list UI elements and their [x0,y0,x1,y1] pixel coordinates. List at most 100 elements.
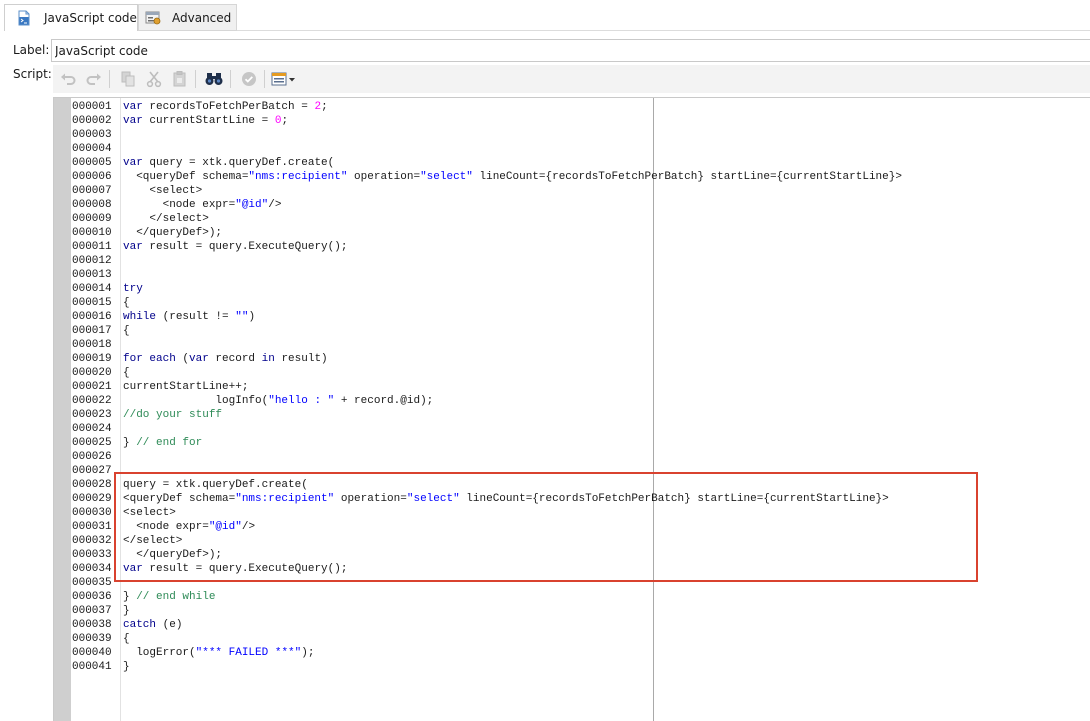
code-line: } [123,661,130,673]
tab-advanced[interactable]: Advanced [138,4,237,31]
line-number: 000026 [72,451,112,463]
code-line: var result = query.ExecuteQuery(); [123,563,348,575]
cut-icon [146,71,162,88]
editor-margin-strip [54,98,71,721]
line-number: 000002 [72,115,112,127]
paste-button[interactable] [170,69,190,89]
insert-menu-button[interactable] [271,69,297,89]
toolbar-separator [230,70,231,88]
line-number: 000038 [72,619,112,631]
code-line: { [123,297,130,309]
code-line: </select> [123,535,183,547]
code-line: for each (var record in result) [123,353,328,365]
line-number: 000020 [72,367,112,379]
line-number: 000012 [72,255,112,267]
line-number: 000003 [72,129,112,141]
line-number: 000001 [72,101,112,113]
code-text-area[interactable]: var recordsToFetchPerBatch = 2; var curre… [123,100,902,674]
line-number: 000010 [72,227,112,239]
line-number: 000017 [72,325,112,337]
line-number: 000025 [72,437,112,449]
undo-icon [61,73,76,85]
toolbar-separator [264,70,265,88]
line-number: 000011 [72,241,112,253]
code-line: <node expr="@id"/> [123,521,256,533]
code-line: <select> [123,185,203,197]
line-number: 000018 [72,339,112,351]
line-number: 000035 [72,577,112,589]
code-line: currentStartLine++; [123,381,249,393]
line-number: 000023 [72,409,112,421]
code-line: } // end while [123,591,216,603]
code-line: var currentStartLine = 0; [123,115,289,127]
code-line: <queryDef schema="nms:recipient" operati… [123,493,889,505]
code-line: var query = xtk.queryDef.create( [123,157,335,169]
line-number: 000037 [72,605,112,617]
line-number: 000019 [72,353,112,365]
line-number: 000015 [72,297,112,309]
code-line: } // end for [123,437,203,449]
undo-button[interactable] [58,69,78,89]
line-number: 000040 [72,647,112,659]
toolbar-separator [195,70,196,88]
line-number: 000028 [72,479,112,491]
line-number: 000008 [72,199,112,211]
code-line: { [123,325,130,337]
binoculars-icon [205,73,223,85]
line-number-gutter: 000001 000002 000003 000004 000005 000006 0000… [72,100,120,674]
cut-button[interactable] [144,69,164,89]
code-line: query = xtk.queryDef.create( [123,479,308,491]
line-number: 000030 [72,507,112,519]
label-input[interactable] [51,39,1090,62]
code-line: //do your stuff [123,409,223,421]
tab-javascript-code[interactable]: JavaScript code [4,4,138,31]
code-line: </select> [123,213,209,225]
gutter-divider [120,98,121,721]
line-number: 000005 [72,157,112,169]
toolbar-separator [109,70,110,88]
code-line: try [123,283,143,295]
code-line: logInfo("hello : " + record.@id); [123,395,434,407]
line-number: 000007 [72,185,112,197]
line-number: 000027 [72,465,112,477]
javascript-file-icon [16,10,32,26]
line-number: 000031 [72,521,112,533]
code-line: } [123,605,130,617]
code-line: catch (e) [123,619,183,631]
line-number: 000013 [72,269,112,281]
code-line: <node expr="@id"/> [123,199,282,211]
code-line: { [123,633,130,645]
code-line: <select> [123,507,176,519]
code-line: var result = query.ExecuteQuery(); [123,241,348,253]
insert-menu-icon [271,72,295,86]
copy-button[interactable] [118,69,138,89]
redo-button[interactable] [84,69,104,89]
line-number: 000022 [72,395,112,407]
line-number: 000004 [72,143,112,155]
tab-bar: JavaScript code Advanced [0,0,1090,31]
line-number: 000016 [72,311,112,323]
line-number: 000009 [72,213,112,225]
line-number: 000021 [72,381,112,393]
check-circle-icon [242,72,256,86]
code-editor[interactable]: 000001 000002 000003 000004 000005 000006 0000… [53,97,1090,721]
line-number: 000032 [72,535,112,547]
tab-bar-divider [237,30,1090,31]
find-button[interactable] [204,69,224,89]
line-number: 000033 [72,549,112,561]
copy-icon [121,71,135,87]
line-number: 000034 [72,563,112,575]
script-caption: Script: [13,67,52,81]
line-number: 000024 [72,423,112,435]
check-syntax-button[interactable] [239,69,259,89]
line-number: 000014 [72,283,112,295]
